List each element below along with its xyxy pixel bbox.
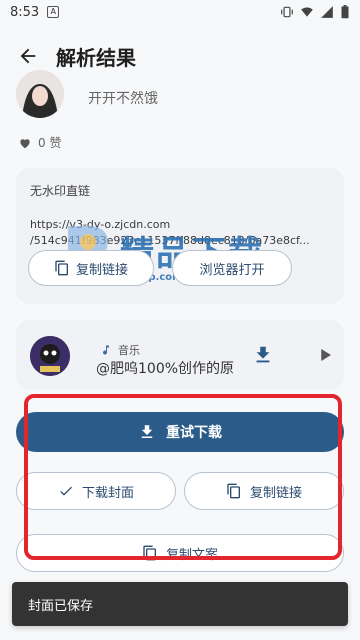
likes-row: 0 赞 [18, 134, 61, 151]
download-icon [256, 346, 270, 363]
heart-icon [20, 138, 30, 148]
snackbar-message: 封面已保存 [28, 598, 94, 614]
notification-icon: A [47, 6, 60, 18]
retry-download-button[interactable]: 重试下载 [16, 412, 344, 452]
back-button[interactable] [16, 44, 40, 68]
copy-caption-button[interactable]: 复制文案 [16, 534, 344, 572]
copy-icon [55, 260, 68, 276]
check-icon [60, 486, 72, 496]
music-cover [30, 336, 70, 376]
open-in-browser-label: 浏览器打开 [199, 262, 265, 278]
download-cover-button[interactable]: 下载封面 [16, 472, 176, 510]
vibrate-icon [281, 6, 293, 18]
music-card: 音乐 @肥呜100%创作的原 [16, 320, 344, 390]
play-icon [321, 349, 331, 361]
copy-icon [227, 483, 240, 499]
battery-icon [341, 5, 349, 19]
status-time: 8:53 [10, 4, 40, 20]
music-download-button[interactable] [252, 344, 274, 366]
author-avatar [16, 70, 64, 118]
download-icon [141, 425, 153, 438]
copy-direct-link-button[interactable]: 复制链接 [28, 250, 154, 286]
snackbar: 封面已保存 [12, 582, 348, 626]
download-cover-label: 下载封面 [81, 485, 134, 501]
music-label-row: 音乐 [100, 342, 140, 358]
author-row: 开开不然饿 [16, 70, 344, 118]
status-bar: 8:53 A [0, 0, 360, 24]
retry-download-label: 重试下载 [166, 425, 222, 441]
signal-icon [321, 6, 333, 18]
author-name: 开开不然饿 [88, 91, 158, 107]
copy-link-button[interactable]: 复制链接 [184, 472, 344, 510]
direct-link-title: 无水印直链 [30, 184, 91, 198]
likes-count: 0 赞 [38, 136, 62, 150]
page-title: 解析结果 [56, 45, 136, 70]
music-label: 音乐 [118, 344, 140, 357]
copy-link-label: 复制链接 [249, 485, 302, 501]
music-note-icon [103, 345, 109, 355]
status-icons [280, 5, 350, 19]
copy-caption-label: 复制文案 [165, 547, 218, 563]
wifi-icon [301, 7, 313, 17]
copy-icon [143, 545, 156, 561]
music-title: @肥呜100%创作的原 [96, 361, 235, 377]
open-in-browser-button[interactable]: 浏览器打开 [172, 250, 292, 286]
copy-direct-link-label: 复制链接 [75, 262, 128, 278]
arrow-left-icon [20, 48, 36, 64]
music-play-button[interactable] [316, 346, 334, 364]
